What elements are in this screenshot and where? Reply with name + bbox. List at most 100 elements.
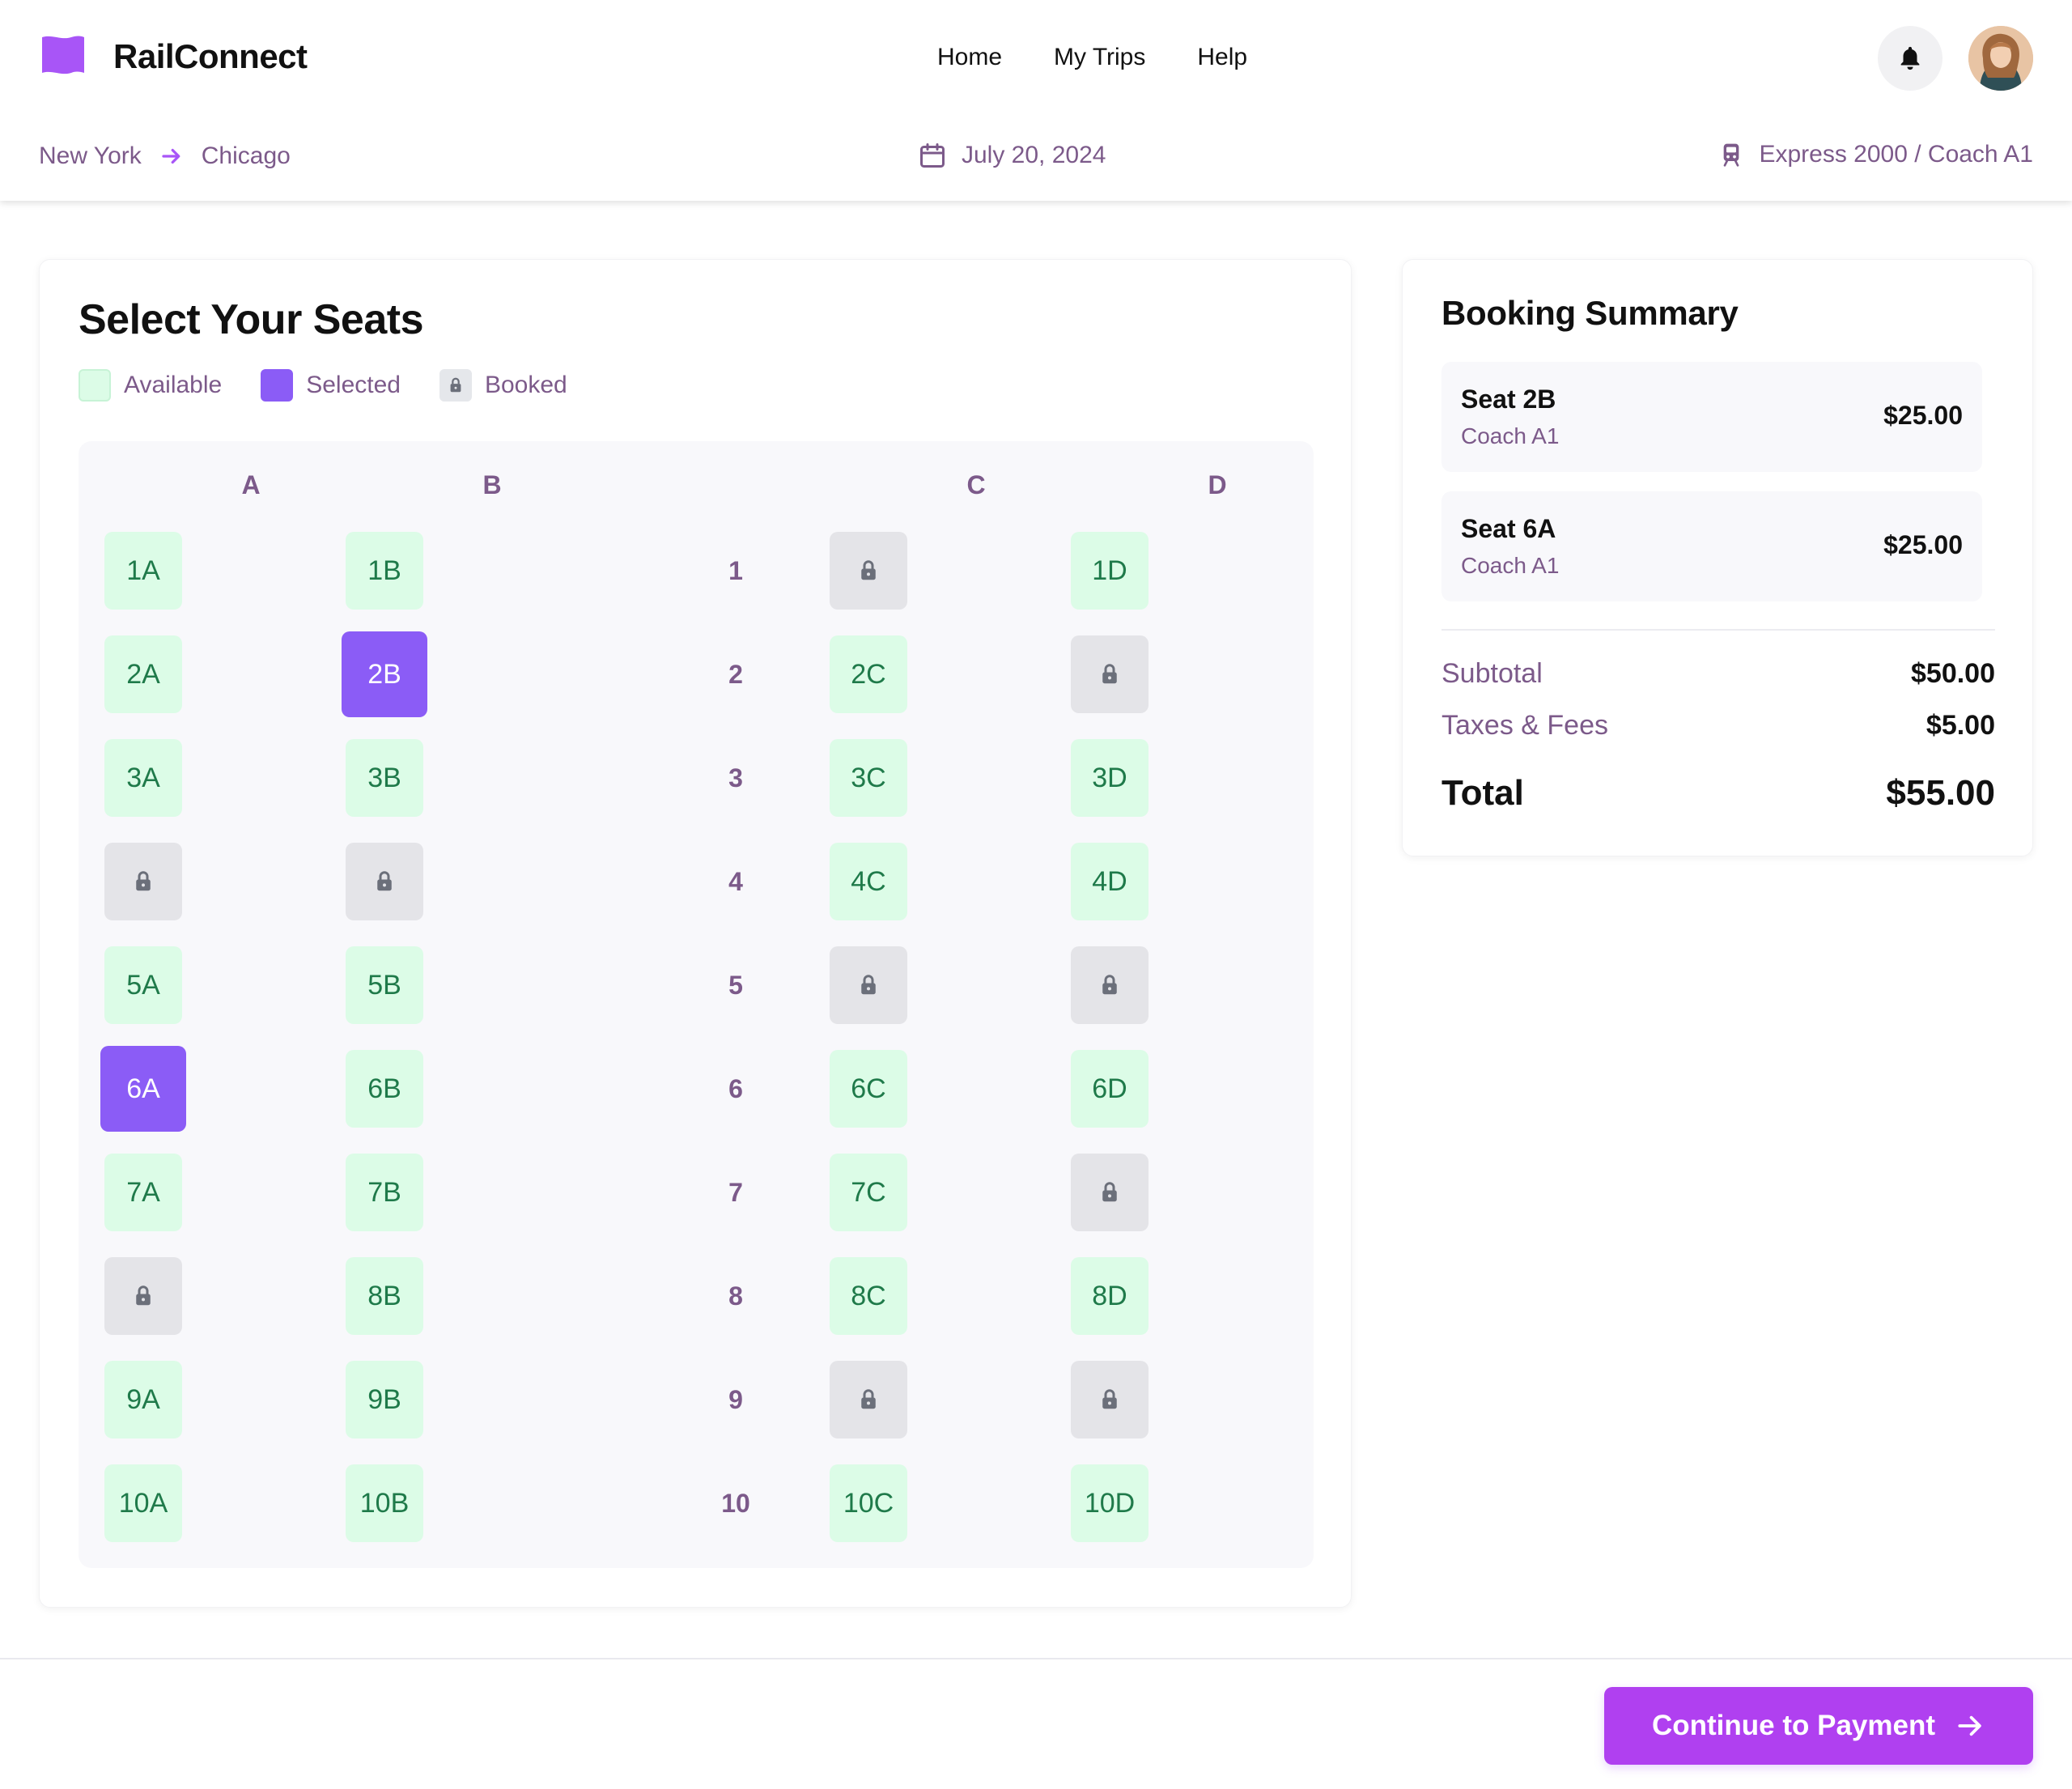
seat-label: 1B bbox=[367, 555, 401, 586]
destination-city: Chicago bbox=[201, 142, 291, 169]
notifications-button[interactable] bbox=[1878, 26, 1942, 91]
user-avatar[interactable] bbox=[1968, 26, 2033, 91]
seat-available[interactable]: 6D bbox=[1071, 1050, 1149, 1128]
arrow-right-icon bbox=[162, 148, 180, 164]
seat-row: 10A 10B 10C 10D 10 bbox=[79, 1464, 1314, 1542]
seat-row: 3A 3B 3C 3D 3 bbox=[79, 739, 1314, 817]
seat-available[interactable]: 3C bbox=[830, 739, 907, 817]
seat-available[interactable]: 8D bbox=[1071, 1257, 1149, 1335]
seat-available[interactable]: 5A bbox=[104, 946, 182, 1024]
seat-label: 10B bbox=[359, 1487, 410, 1519]
seat-booked bbox=[1071, 635, 1149, 713]
avatar-image bbox=[1968, 26, 2033, 91]
brand-name: RailConnect bbox=[113, 37, 308, 75]
booked-swatch bbox=[439, 369, 472, 402]
taxes-row: Taxes & Fees $5.00 bbox=[1441, 710, 1995, 742]
seat-label: 6B bbox=[367, 1073, 401, 1104]
seat-available[interactable]: 10C bbox=[830, 1464, 907, 1542]
seat-available[interactable]: 7C bbox=[830, 1154, 907, 1231]
flag-icon bbox=[42, 36, 84, 74]
seat-label: 6D bbox=[1092, 1073, 1127, 1104]
seat-map: A B C D 1A 1B 1D 1 2A 2B 2C 2 3A 3B 3C 3D 3 4C 4D 4 5A 5B… bbox=[79, 441, 1314, 1568]
continue-to-payment-button[interactable]: Continue to Payment bbox=[1604, 1687, 2033, 1765]
row-number: 9 bbox=[728, 1384, 743, 1414]
seat-available[interactable]: 9B bbox=[346, 1361, 423, 1438]
seat-available[interactable]: 5B bbox=[346, 946, 423, 1024]
seat-available[interactable]: 1D bbox=[1071, 532, 1149, 610]
nav-my-trips[interactable]: My Trips bbox=[1054, 44, 1145, 71]
seat-available[interactable]: 8C bbox=[830, 1257, 907, 1335]
seat-label: 3D bbox=[1092, 762, 1127, 793]
seat-available[interactable]: 1B bbox=[346, 532, 423, 610]
seat-available[interactable]: 2C bbox=[830, 635, 907, 713]
brand-logo[interactable]: RailConnect bbox=[39, 32, 308, 81]
legend-available: Available bbox=[79, 369, 222, 402]
seat-available[interactable]: 10B bbox=[346, 1464, 423, 1542]
seat-booked bbox=[1071, 1154, 1149, 1231]
nav-home[interactable]: Home bbox=[937, 44, 1002, 71]
page-footer: Continue to Payment bbox=[0, 1658, 2072, 1789]
seat-booked bbox=[1071, 1361, 1149, 1438]
seat-available[interactable]: 4D bbox=[1071, 843, 1149, 920]
seat-available[interactable]: 7A bbox=[104, 1154, 182, 1231]
seat-row: 1A 1B 1D 1 bbox=[79, 532, 1314, 610]
summary-item: Seat 2B Coach A1 $25.00 bbox=[1441, 362, 1982, 472]
summary-item: Seat 6A Coach A1 $25.00 bbox=[1441, 491, 1982, 601]
subtotal-label: Subtotal bbox=[1441, 658, 1543, 689]
seat-label: 10C bbox=[843, 1487, 894, 1519]
seat-row: 7A 7B 7C 7 bbox=[79, 1154, 1314, 1231]
seat-label: 1A bbox=[126, 555, 160, 586]
legend-booked-label: Booked bbox=[484, 372, 567, 398]
total-value: $55.00 bbox=[1886, 773, 1995, 813]
row-number: 2 bbox=[728, 659, 743, 689]
seat-available[interactable]: 6B bbox=[346, 1050, 423, 1128]
seat-available[interactable]: 8B bbox=[346, 1257, 423, 1335]
seat-label: 6A bbox=[126, 1073, 160, 1104]
seat-available[interactable]: 3A bbox=[104, 739, 182, 817]
seat-row: 2A 2B 2C 2 bbox=[79, 631, 1314, 717]
seat-available[interactable]: 6C bbox=[830, 1050, 907, 1128]
row-number: 6 bbox=[728, 1073, 743, 1103]
subtotal-value: $50.00 bbox=[1911, 658, 1995, 689]
lock-icon bbox=[861, 975, 876, 995]
seat-available[interactable]: 10D bbox=[1071, 1464, 1149, 1542]
seat-available[interactable]: 3B bbox=[346, 739, 423, 817]
row-number: 1 bbox=[728, 555, 743, 585]
seat-booked bbox=[104, 843, 182, 920]
seat-row: 8B 8C 8D 8 bbox=[79, 1257, 1314, 1335]
taxes-label: Taxes & Fees bbox=[1441, 710, 1608, 741]
route: New York Chicago bbox=[39, 142, 291, 170]
column-header-b: B bbox=[482, 470, 502, 499]
seat-label: 5B bbox=[367, 969, 401, 1001]
lock-icon bbox=[1102, 975, 1117, 995]
calendar-icon bbox=[920, 143, 945, 168]
train-icon bbox=[1724, 143, 1739, 167]
date-text: July 20, 2024 bbox=[962, 142, 1106, 168]
nav-help[interactable]: Help bbox=[1197, 44, 1247, 71]
selected-swatch bbox=[261, 369, 294, 402]
legend-selected: Selected bbox=[261, 369, 401, 402]
seat-selection-card: Select Your Seats Available Selected Boo… bbox=[39, 259, 1352, 1608]
seat-available[interactable]: 9A bbox=[104, 1361, 182, 1438]
seat-selected[interactable]: 6A bbox=[100, 1046, 186, 1132]
seat-available[interactable]: 4C bbox=[830, 843, 907, 920]
main-nav: Home My Trips Help bbox=[937, 44, 1299, 71]
seat-available[interactable]: 1A bbox=[104, 532, 182, 610]
seat-available[interactable]: 2A bbox=[104, 635, 182, 713]
seat-available[interactable]: 10A bbox=[104, 1464, 182, 1542]
origin-city: New York bbox=[39, 142, 142, 169]
seat-available[interactable]: 3D bbox=[1071, 739, 1149, 817]
summary-title: Booking Summary bbox=[1441, 294, 1739, 332]
travel-date: July 20, 2024 bbox=[918, 141, 1106, 170]
legend-selected-label: Selected bbox=[306, 372, 401, 398]
summary-coach: Coach A1 bbox=[1461, 553, 1560, 578]
seat-available[interactable]: 7B bbox=[346, 1154, 423, 1231]
lock-icon bbox=[861, 560, 876, 580]
row-number: 4 bbox=[728, 866, 743, 896]
row-number: 10 bbox=[721, 1488, 750, 1518]
seat-selected[interactable]: 2B bbox=[342, 631, 427, 717]
legend-booked: Booked bbox=[439, 369, 567, 402]
seat-booked bbox=[830, 1361, 907, 1438]
summary-divider bbox=[1441, 629, 1995, 631]
row-number: 8 bbox=[728, 1281, 743, 1311]
